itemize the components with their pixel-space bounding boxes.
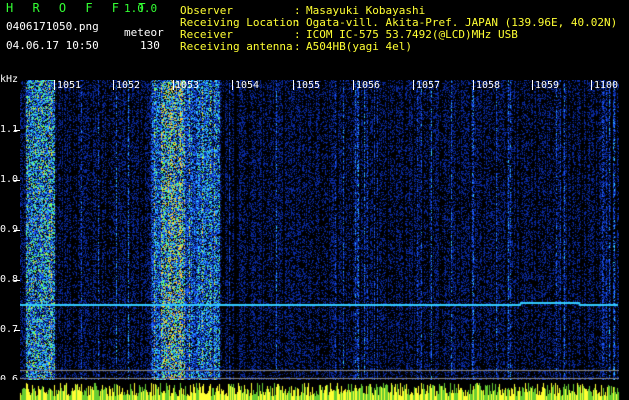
- freq-tick: [14, 130, 20, 131]
- freq-tick: [14, 180, 20, 181]
- freq-tick: [14, 280, 20, 281]
- signal-level-strip: [0, 380, 629, 400]
- spectrogram-plot: [20, 80, 619, 380]
- minute-label: 1056: [356, 80, 381, 91]
- minute-tick: [473, 80, 474, 90]
- minute-tick: [293, 80, 294, 90]
- minute-tick: [532, 80, 533, 90]
- minute-label: 1055: [296, 80, 321, 91]
- minute-tick: [173, 80, 174, 90]
- minute-tick: [413, 80, 414, 90]
- meta-colon: :: [294, 40, 301, 53]
- freq-tick: [14, 330, 20, 331]
- minute-label: 1058: [476, 80, 501, 91]
- minute-label: 1053: [175, 80, 200, 91]
- count: 130: [140, 39, 160, 52]
- minute-tick: [232, 80, 233, 90]
- axis-unit: kHz: [0, 74, 19, 85]
- header-panel: H R O F F T 1.0.0 0406171050.png meteor …: [0, 0, 629, 80]
- app-version: 1.0.0: [124, 2, 158, 15]
- minute-label: 1100: [594, 80, 619, 91]
- freq-tick: [14, 230, 20, 231]
- minute-tick: [591, 80, 592, 90]
- minute-label: 1051: [57, 80, 82, 91]
- minute-label: 1054: [235, 80, 260, 91]
- minute-tick: [353, 80, 354, 90]
- filename: 0406171050.png: [6, 20, 99, 33]
- minute-tick: [54, 80, 55, 90]
- datetime: 04.06.17 10:50: [6, 39, 99, 52]
- minute-label: 1059: [535, 80, 560, 91]
- minute-tick: [113, 80, 114, 90]
- meta-label-antenna: Receiving antenna: [180, 40, 293, 53]
- mode-label: meteor: [124, 26, 164, 39]
- meta-value-antenna: A504HB(yagi 4el): [306, 40, 412, 53]
- minute-label: 1057: [416, 80, 441, 91]
- minute-label: 1052: [116, 80, 141, 91]
